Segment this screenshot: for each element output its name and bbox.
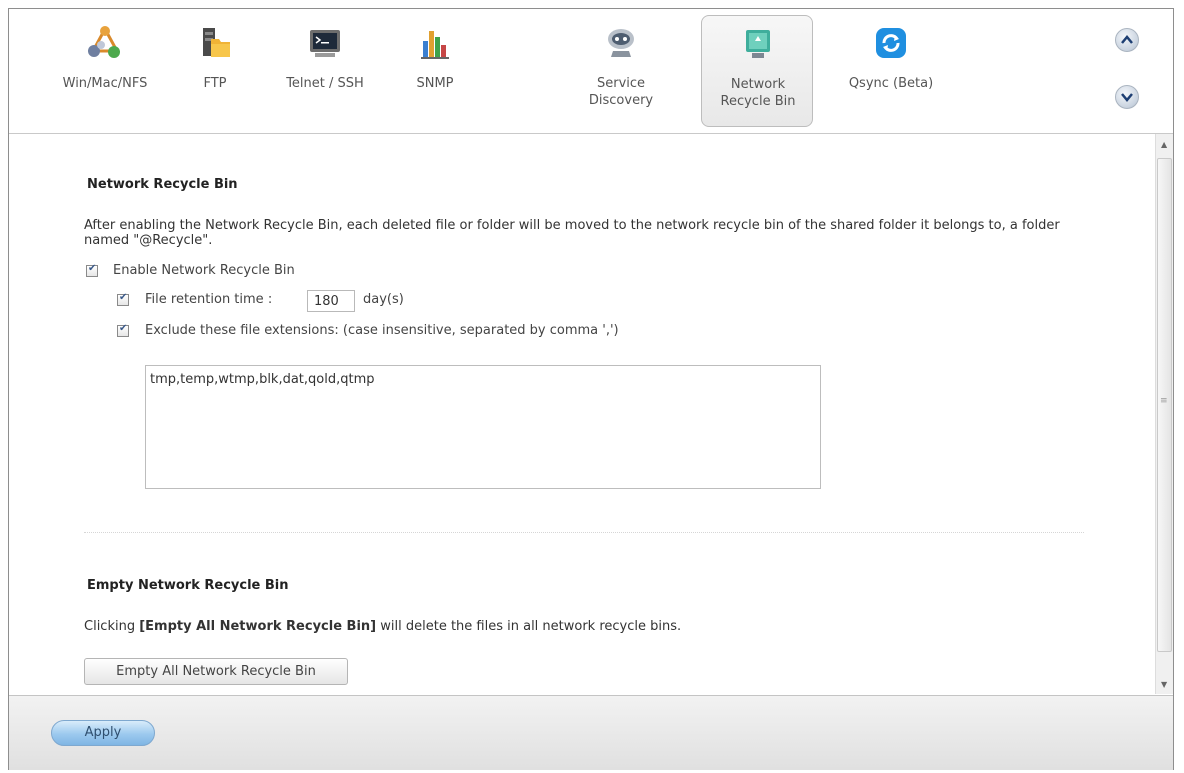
recycle-bin-description: After enabling the Network Recycle Bin, …	[84, 218, 1060, 248]
tab-qsync[interactable]: Qsync (Beta)	[835, 15, 947, 127]
recycle-bin-icon	[746, 30, 770, 58]
section-divider	[84, 532, 1084, 533]
tab-label: Network Recycle Bin	[702, 76, 814, 110]
chevron-down-icon	[1121, 93, 1133, 102]
toolbar-scroll-down-button[interactable]	[1115, 85, 1139, 109]
description-text: Clicking	[84, 619, 140, 634]
tab-label: SNMP	[416, 76, 454, 91]
content-scrollbar[interactable]: ▲ ≡ ▼	[1155, 134, 1173, 694]
service-toolbar: Win/Mac/NFS FTP Telnet / SSH SNMP Servic…	[9, 9, 1173, 134]
enable-recycle-bin-label: Enable Network Recycle Bin	[113, 263, 295, 278]
settings-panel: Network Recycle Bin After enabling the N…	[9, 134, 1155, 694]
excluded-extensions-textarea[interactable]: tmp,temp,wtmp,blk,dat,qold,qtmp	[145, 365, 821, 489]
tab-label: Telnet / SSH	[286, 76, 364, 91]
network-share-icon	[88, 25, 120, 58]
chevron-up-icon	[1121, 35, 1133, 44]
tab-label: Service Discovery	[565, 75, 677, 109]
retention-unit-label: day(s)	[363, 292, 404, 307]
empty-all-recycle-bin-button[interactable]: Empty All Network Recycle Bin	[84, 658, 348, 685]
tab-label: Win/Mac/NFS	[62, 76, 148, 91]
section-title-empty-recycle-bin: Empty Network Recycle Bin	[87, 578, 289, 593]
file-retention-label: File retention time :	[145, 292, 273, 307]
ftp-folder-icon	[203, 28, 230, 57]
tab-label-line: Service	[596, 76, 646, 91]
terminal-icon	[310, 30, 340, 57]
window-frame: Win/Mac/NFS FTP Telnet / SSH SNMP Servic…	[8, 8, 1174, 770]
tab-label: FTP	[203, 76, 227, 91]
description-text: will delete the files in all network rec…	[376, 619, 682, 634]
retention-days-input[interactable]	[307, 290, 355, 312]
service-discovery-icon	[608, 29, 634, 57]
enable-recycle-bin-checkbox[interactable]	[86, 263, 98, 277]
tab-label: Qsync (Beta)	[848, 76, 934, 91]
footer-bar: Apply	[9, 695, 1173, 770]
tab-label-line: Discovery	[588, 93, 654, 108]
sync-icon	[876, 28, 906, 58]
tab-snmp[interactable]: SNMP	[379, 15, 491, 127]
scrollbar-grip-icon: ≡	[1160, 396, 1168, 406]
exclude-extensions-label: Exclude these file extensions: (case ins…	[145, 323, 619, 338]
scroll-up-arrow-icon[interactable]: ▲	[1161, 140, 1167, 149]
scroll-down-arrow-icon[interactable]: ▼	[1161, 680, 1167, 689]
exclude-extensions-checkbox[interactable]	[117, 323, 129, 337]
tab-label-line: Network	[730, 77, 786, 92]
apply-button[interactable]: Apply	[51, 720, 155, 746]
file-retention-checkbox[interactable]	[117, 292, 129, 306]
tab-service-discovery[interactable]: Service Discovery	[565, 15, 677, 127]
tab-win-mac-nfs[interactable]: Win/Mac/NFS	[49, 15, 161, 127]
tab-telnet-ssh[interactable]: Telnet / SSH	[269, 15, 381, 127]
section-title-recycle-bin: Network Recycle Bin	[87, 177, 238, 192]
toolbar-scroll-up-button[interactable]	[1115, 28, 1139, 52]
tab-ftp[interactable]: FTP	[159, 15, 271, 127]
tab-label-line: Recycle Bin	[720, 94, 796, 109]
empty-recycle-bin-description: Clicking [Empty All Network Recycle Bin]…	[84, 619, 1094, 634]
bar-chart-icon	[421, 31, 449, 59]
tab-network-recycle-bin[interactable]: Network Recycle Bin	[701, 15, 813, 127]
description-bold-text: [Empty All Network Recycle Bin]	[139, 619, 377, 634]
